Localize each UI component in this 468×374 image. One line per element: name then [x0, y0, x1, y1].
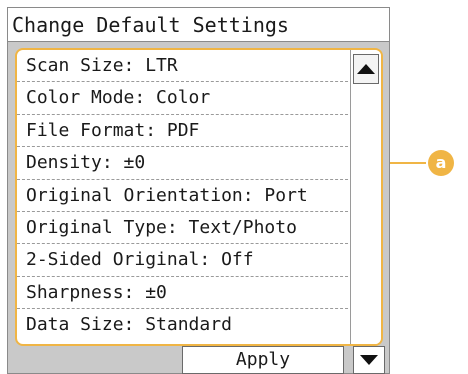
callout-line: [390, 162, 426, 164]
setting-data-size[interactable]: Data Size: Standard: [17, 309, 353, 341]
setting-original-type[interactable]: Original Type: Text/Photo: [17, 212, 353, 245]
setting-2-sided-original[interactable]: 2-Sided Original: Off: [17, 244, 353, 277]
setting-color-mode[interactable]: Color Mode: Color: [17, 82, 353, 115]
apply-button[interactable]: Apply: [182, 346, 344, 374]
bottom-bar: Apply: [8, 346, 389, 374]
scroll-down-button[interactable]: [353, 346, 385, 374]
setting-density[interactable]: Density: ±0: [17, 147, 353, 180]
scrollbar[interactable]: [350, 50, 381, 344]
setting-scan-size[interactable]: Scan Size: LTR: [17, 50, 353, 83]
triangle-down-icon: [360, 355, 378, 365]
page-title: Change Default Settings: [8, 8, 389, 42]
settings-items: Scan Size: LTR Color Mode: Color File Fo…: [17, 50, 353, 342]
screen-panel: Change Default Settings Scan Size: LTR C…: [7, 7, 390, 374]
callout-marker: a: [428, 150, 454, 176]
scroll-up-button[interactable]: [353, 54, 379, 84]
setting-sharpness[interactable]: Sharpness: ±0: [17, 277, 353, 310]
setting-file-format[interactable]: File Format: PDF: [17, 115, 353, 148]
setting-original-orientation[interactable]: Original Orientation: Port: [17, 180, 353, 212]
triangle-up-icon: [357, 64, 375, 74]
settings-list: Scan Size: LTR Color Mode: Color File Fo…: [15, 48, 383, 346]
